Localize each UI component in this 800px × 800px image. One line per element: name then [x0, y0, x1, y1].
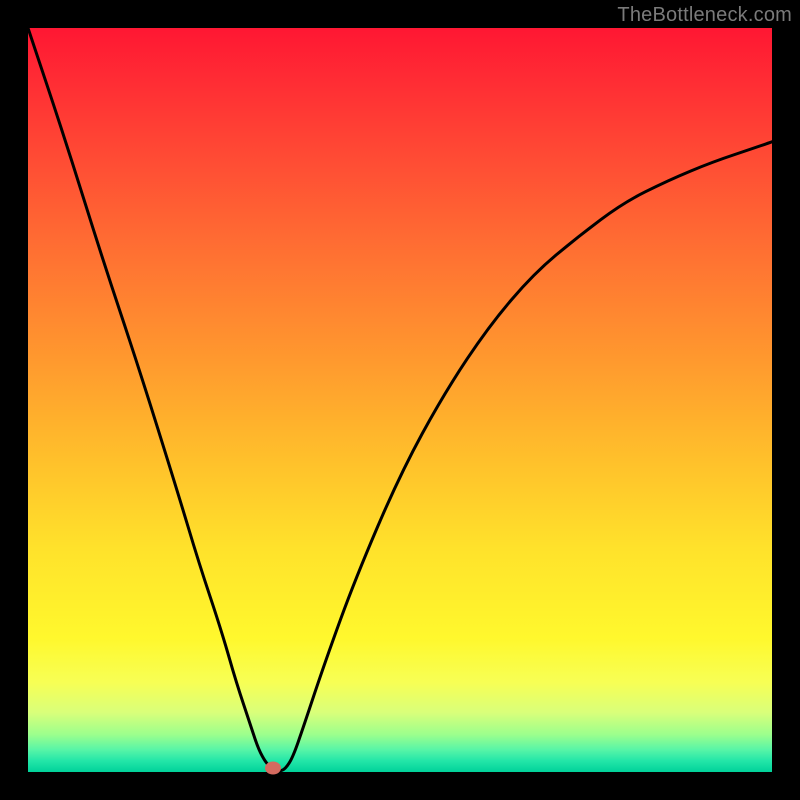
- bottleneck-curve: [28, 28, 772, 772]
- minimum-marker: [265, 761, 281, 774]
- watermark-text: TheBottleneck.com: [617, 4, 792, 27]
- plot-frame: [28, 28, 772, 772]
